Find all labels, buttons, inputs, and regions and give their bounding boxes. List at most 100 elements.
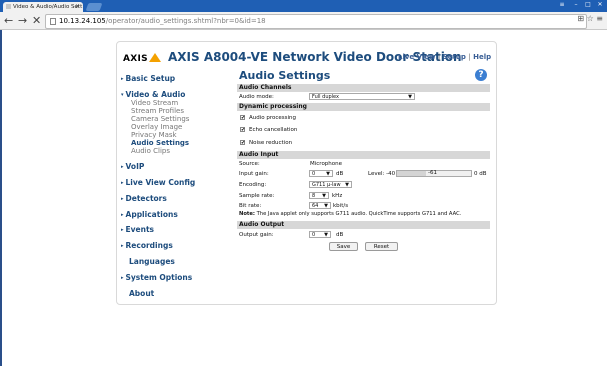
sidebar-item-video-stream[interactable]: Video Stream [131,99,178,107]
sidebar-item-overlay-image[interactable]: Overlay Image [131,123,182,131]
sidebar-item-voip[interactable]: ▸ VoIP [121,162,144,171]
sidebar-item-system-options[interactable]: ▸ System Options [121,273,192,282]
sidebar-item-label: Video & Audio [125,90,186,99]
audio-mode-select[interactable]: Full duplex ▼ [309,93,415,100]
source-label: Source: [239,161,260,167]
level-meter-fill [397,171,426,176]
bit-rate-select[interactable]: 64 ▼ [309,202,331,209]
forward-icon[interactable]: → [18,14,27,27]
sidebar-item-recordings[interactable]: ▸ Recordings [121,241,173,250]
browser-toolbar: ← → ✕ 10.13.24.105/operator/audio_settin… [0,12,607,30]
sidebar-item-languages[interactable]: Languages [129,257,175,266]
sidebar-item-audio-settings[interactable]: Audio Settings [131,139,189,147]
window-edge [0,30,2,366]
noise-reduction-checkbox[interactable]: ✔ [240,140,245,146]
sidebar-item-live-view-config[interactable]: ▸ Live View Config [121,178,195,187]
menu-icon[interactable]: ≡ [596,14,603,23]
encoding-select[interactable]: G711 µ-law ▼ [309,181,352,188]
dropdown-arrow-icon: ▼ [326,171,330,177]
noise-reduction-label: Noise reduction [249,140,293,146]
note-label: Note: [239,211,255,217]
dropdown-arrow-icon: ▼ [322,193,326,199]
separator: | [468,53,471,61]
window-close-icon[interactable]: ✕ [594,0,606,9]
section-audio-input: Audio Input [237,151,490,159]
sidebar-item-about[interactable]: About [129,289,154,298]
input-gain-label: Input gain: [239,171,269,177]
page-title: Audio Settings [239,69,331,82]
chevron-right-icon: ▸ [121,227,124,233]
toolbar-icons: ⊞ ☆ ≡ [577,14,603,23]
codec-note: Note: The Java applet only supports G711… [239,211,461,217]
sample-rate-select[interactable]: 8 ▼ [309,192,329,199]
sidebar-item-video-audio[interactable]: ▾ Video & Audio [121,90,185,99]
favicon-icon [6,4,11,9]
sidebar-item-camera-settings[interactable]: Camera Settings [131,115,189,123]
dropdown-arrow-icon: ▼ [345,182,349,188]
level-value: -61 [428,170,437,176]
sidebar-item-basic-setup[interactable]: ▸ Basic Setup [121,74,175,83]
source-value: Microphone [310,161,343,167]
encoding-label: Encoding: [239,182,267,188]
dropdown-arrow-icon: ▼ [324,232,328,238]
chevron-right-icon: ▸ [121,212,124,218]
browser-tab[interactable]: Video & Audio/Audio Sett × [3,2,83,12]
output-gain-select[interactable]: 0 ▼ [309,231,331,238]
echo-cancellation-checkbox[interactable]: ✔ [240,127,245,133]
maximize-icon[interactable]: □ [582,0,594,9]
back-icon[interactable]: ← [4,14,13,27]
address-bar[interactable]: 10.13.24.105/operator/audio_settings.sht… [45,14,587,29]
section-audio-output: Audio Output [237,221,490,229]
minimize-icon[interactable]: – [570,0,582,9]
section-audio-channels: Audio Channels [237,84,490,92]
bookmark-star-icon[interactable]: ☆ [587,14,594,23]
translate-icon[interactable]: ⊞ [577,14,584,23]
tab-close-icon[interactable]: × [75,2,80,12]
sidebar-item-applications[interactable]: ▸ Applications [121,210,178,219]
url-host: 10.13.24.105 [59,17,106,25]
input-gain-value: 0 [312,171,316,177]
user-icon[interactable]: ≡ [556,0,568,9]
sidebar-item-label: Basic Setup [125,74,176,83]
audio-processing-checkbox[interactable]: ✔ [240,115,245,121]
sample-rate-value: 8 [312,193,316,199]
audio-mode-label: Audio mode: [239,94,274,100]
sidebar-item-label: Events [125,225,155,234]
sidebar-item-events[interactable]: ▸ Events [121,225,154,234]
separator: | [437,53,441,61]
save-button[interactable]: Save [329,242,358,251]
chevron-down-icon: ▾ [121,92,124,98]
audio-mode-value: Full duplex [312,94,339,100]
sidebar-item-label: System Options [125,273,193,282]
reset-button[interactable]: Reset [365,242,398,251]
page-icon [50,17,56,25]
input-gain-unit: dB [336,171,344,177]
top-links: Live View | Setup | Help [398,53,491,61]
sample-rate-unit: kHz [332,193,343,199]
sidebar-item-label: Live View Config [125,178,196,187]
setup-link[interactable]: Setup [443,53,466,61]
sidebar-item-privacy-mask[interactable]: Privacy Mask [131,131,177,139]
new-tab-button[interactable] [85,3,103,11]
logo-text: AXIS [123,54,148,64]
bit-rate-value: 64 [312,203,319,209]
output-gain-unit: dB [336,232,344,238]
sidebar-item-stream-profiles[interactable]: Stream Profiles [131,107,184,115]
note-text: The Java applet only supports G711 audio… [254,211,462,217]
help-link[interactable]: Help [473,53,491,61]
sidebar-item-audio-clips[interactable]: Audio Clips [131,147,170,155]
sidebar-item-label: VoIP [125,162,145,171]
chevron-right-icon: ▸ [121,180,124,186]
bit-rate-unit: kbit/s [333,203,349,209]
tab-title: Video & Audio/Audio Sett [13,4,83,10]
stop-icon[interactable]: ✕ [32,14,41,27]
url-path: /operator/audio_settings.shtml?nbr=0&id=… [105,17,266,25]
live-view-link[interactable]: Live View [398,53,436,61]
chevron-right-icon: ▸ [121,243,124,249]
help-icon[interactable]: ? [475,69,487,81]
level-max: 0 dB [474,171,487,177]
input-gain-select[interactable]: 0 ▼ [309,170,333,177]
sidebar-item-label: Applications [125,210,178,219]
sidebar-item-detectors[interactable]: ▸ Detectors [121,194,167,203]
chevron-right-icon: ▸ [121,275,124,281]
